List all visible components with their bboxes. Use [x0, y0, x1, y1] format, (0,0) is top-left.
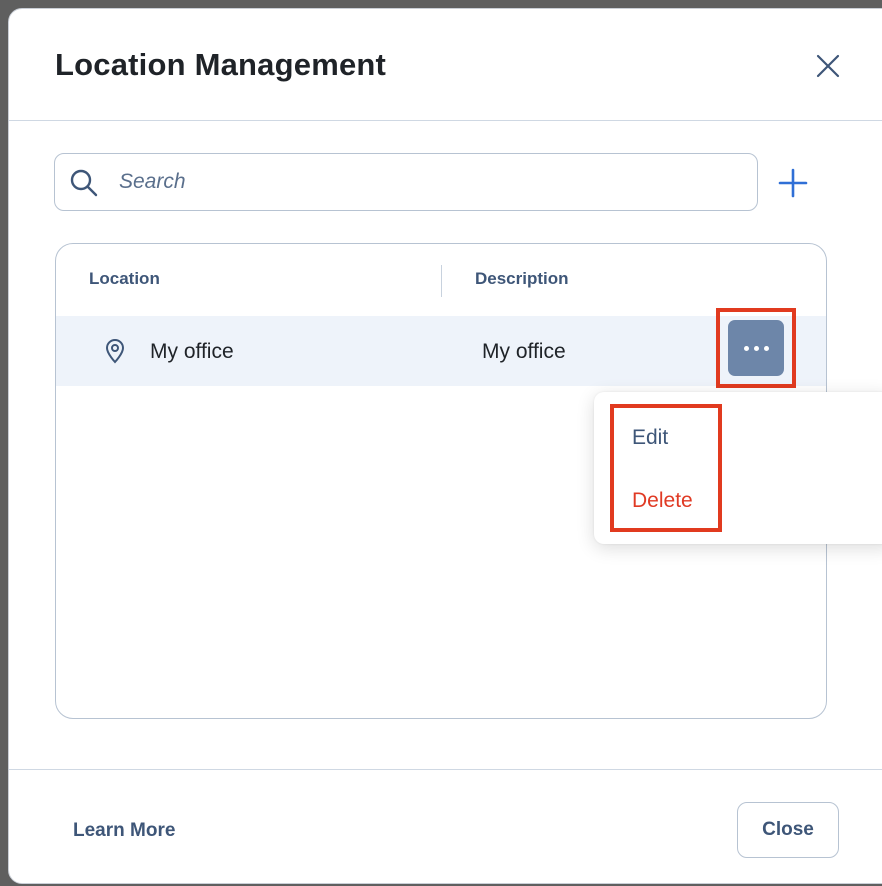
- menu-item-edit[interactable]: Edit: [632, 426, 668, 450]
- plus-icon[interactable]: [777, 167, 809, 199]
- learn-more-link[interactable]: Learn More: [73, 820, 175, 842]
- close-icon[interactable]: [815, 53, 841, 79]
- footer-divider: [9, 769, 882, 770]
- search-icon: [70, 169, 98, 197]
- dialog-header: Location Management: [9, 9, 882, 121]
- close-button[interactable]: Close: [737, 802, 839, 858]
- location-pin-icon: [105, 339, 125, 364]
- more-horizontal-icon: [754, 346, 759, 351]
- row-context-menu: Edit Delete: [594, 392, 882, 544]
- search-input[interactable]: [119, 165, 739, 199]
- actions-highlight: [716, 308, 796, 388]
- menu-item-delete[interactable]: Delete: [632, 489, 693, 513]
- more-horizontal-icon: [764, 346, 769, 351]
- more-horizontal-icon: [744, 346, 749, 351]
- column-header-location[interactable]: Location: [89, 269, 160, 289]
- search-box[interactable]: [54, 153, 758, 211]
- column-header-description[interactable]: Description: [475, 269, 569, 289]
- table-row[interactable]: My office My office: [56, 308, 826, 388]
- dialog-title: Location Management: [55, 47, 387, 82]
- row-actions-button[interactable]: [728, 320, 784, 376]
- cell-description: My office: [482, 340, 566, 363]
- cell-location: My office: [150, 340, 234, 363]
- column-divider[interactable]: [441, 265, 442, 297]
